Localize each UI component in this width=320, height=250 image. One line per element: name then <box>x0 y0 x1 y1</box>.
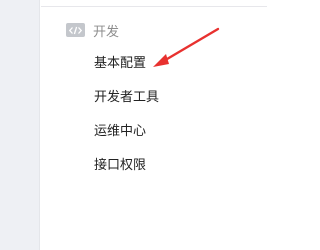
code-icon <box>66 23 85 37</box>
sidebar-item-api-permissions[interactable]: 接口权限 <box>94 155 159 189</box>
sidebar-item-ops-center[interactable]: 运维中心 <box>94 121 159 155</box>
sidebar-item-developer-tools[interactable]: 开发者工具 <box>94 87 159 121</box>
nav-rail-divider <box>39 0 40 250</box>
sidebar-menu: 基本配置 开发者工具 运维中心 接口权限 <box>94 53 159 189</box>
section-title: 开发 <box>93 24 120 40</box>
section-header-development: 开发 <box>66 20 119 40</box>
section-divider <box>41 6 267 7</box>
sidebar-panel: 开发 基本配置 开发者工具 运维中心 接口权限 <box>0 0 267 250</box>
nav-rail <box>0 0 39 250</box>
sidebar-item-basic-config[interactable]: 基本配置 <box>94 53 159 87</box>
